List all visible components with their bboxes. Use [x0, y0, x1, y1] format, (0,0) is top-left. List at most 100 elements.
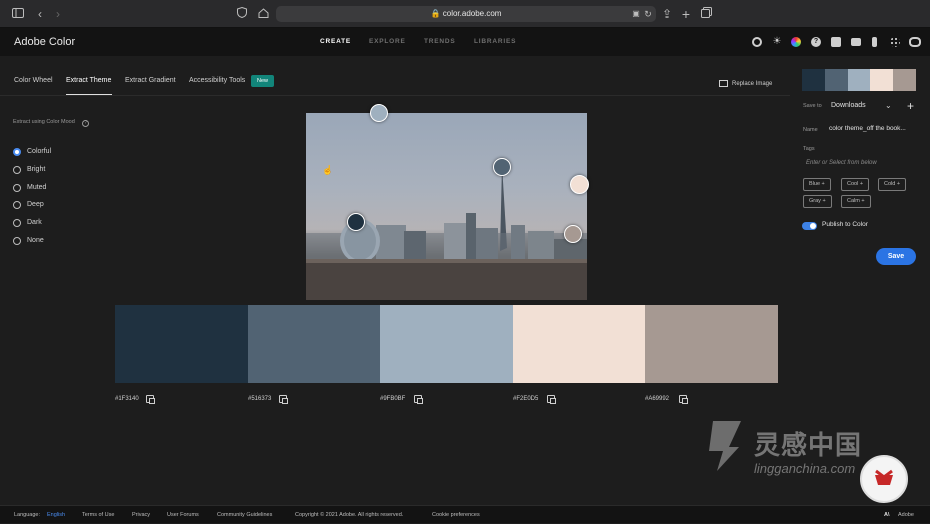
radio-icon [13, 237, 21, 245]
tags-label: Tags [803, 146, 815, 152]
mood-option-none[interactable]: None [13, 235, 93, 247]
footer-link-forums[interactable]: User Forums [167, 506, 199, 524]
color-picker-handle[interactable] [564, 225, 582, 243]
add-library-plus-icon[interactable]: + [907, 99, 914, 113]
tag-chip[interactable]: Blue + [803, 178, 831, 191]
tag-chip[interactable]: Calm + [841, 195, 871, 208]
mood-option-deep[interactable]: Deep [13, 199, 93, 211]
tag-chip[interactable]: Gray + [803, 195, 832, 208]
app-title[interactable]: Adobe Color [14, 28, 75, 56]
nav-trends[interactable]: TRENDS [424, 28, 456, 56]
tag-label: Gray [809, 198, 821, 204]
tags-input[interactable]: Enter or Select from below [806, 160, 877, 166]
tab-accessibility-tools[interactable]: Accessibility Tools [189, 77, 245, 84]
back-icon[interactable]: ‹ [32, 6, 48, 22]
swatch-1[interactable] [115, 305, 248, 383]
watermark-en: lingganchina.com [754, 461, 856, 476]
publish-toggle[interactable] [802, 222, 817, 230]
watermark-badge [860, 455, 908, 503]
add-tag-plus-icon: + [822, 198, 826, 204]
tab-extract-theme[interactable]: Extract Theme [66, 77, 111, 84]
profile-icon[interactable] [872, 37, 877, 47]
watermark-cn: 灵感中国 [754, 430, 863, 460]
radio-icon [13, 219, 21, 227]
apps-grid-icon[interactable] [890, 37, 900, 47]
tag-label: Cool [847, 181, 859, 187]
lock-icon: 🔒 [430, 9, 441, 18]
footer-link-terms[interactable]: Terms of Use [82, 506, 114, 524]
mood-option-dark[interactable]: Dark [13, 217, 93, 229]
help-icon[interactable]: ? [811, 37, 821, 47]
chat-icon[interactable] [851, 38, 861, 46]
radio-icon [13, 166, 21, 174]
swatch-3[interactable] [380, 305, 513, 383]
mood-option-bright[interactable]: Bright [13, 164, 93, 176]
swatch-4[interactable] [512, 305, 646, 383]
palette-swatches [115, 305, 778, 383]
mood-option-label: Bright [27, 166, 46, 173]
color-picker-handle-active[interactable] [570, 175, 589, 194]
hex-value-3[interactable]: #9FB0BF [380, 396, 405, 402]
address-bar[interactable]: 🔒 color.adobe.com ▣ ↻ [276, 6, 656, 22]
footer-link-cookie[interactable]: Cookie preferences [432, 506, 480, 524]
tag-chip[interactable]: Cool + [841, 178, 870, 191]
tag-label: Calm [847, 198, 860, 204]
copy-icon[interactable] [279, 395, 288, 404]
preview-swatch [870, 69, 894, 91]
preview-swatch [847, 69, 871, 91]
hex-value-2[interactable]: #516373 [248, 396, 271, 402]
tabs-overview-icon[interactable] [698, 6, 714, 22]
notifications-icon[interactable] [831, 37, 841, 47]
mood-option-colorful[interactable]: Colorful [13, 146, 93, 158]
hex-value-4[interactable]: #F2E0D5 [513, 396, 538, 402]
copy-icon[interactable] [146, 395, 155, 404]
color-wheel-icon[interactable] [791, 37, 801, 47]
copy-icon[interactable] [679, 395, 688, 404]
footer-link-privacy[interactable]: Privacy [132, 506, 150, 524]
nav-explore[interactable]: EXPLORE [369, 28, 406, 56]
new-tab-plus-icon[interactable]: + [678, 6, 694, 22]
nav-libraries[interactable]: LIBRARIES [474, 28, 516, 56]
mood-option-muted[interactable]: Muted [13, 182, 93, 194]
watermark-logo [709, 421, 741, 471]
home-icon[interactable] [255, 6, 271, 22]
hex-value-5[interactable]: #A69992 [645, 396, 669, 402]
color-picker-handle[interactable] [493, 158, 511, 176]
tabs-divider [0, 95, 790, 96]
mood-option-label: None [27, 237, 44, 244]
radio-icon [13, 201, 21, 209]
tag-label: Blue [809, 181, 821, 187]
browser-toolbar: ‹ › 🔒 color.adobe.com ▣ ↻ ⇪ + [0, 0, 930, 28]
reload-icon[interactable]: ↻ [640, 6, 656, 22]
theme-name-field[interactable]: color theme_off the book... [829, 125, 906, 132]
swatch-5[interactable] [645, 305, 778, 383]
nav-create[interactable]: CREATE [320, 28, 351, 56]
language-label: Language: [14, 512, 40, 518]
copy-icon[interactable] [547, 395, 556, 404]
source-image[interactable] [306, 113, 587, 300]
tab-color-wheel[interactable]: Color Wheel [14, 77, 53, 84]
theme-icon[interactable] [752, 37, 762, 47]
chevron-down-icon[interactable]: ⌄ [885, 101, 892, 110]
tab-extract-gradient[interactable]: Extract Gradient [125, 77, 176, 84]
hex-value-1[interactable]: #1F3140 [115, 396, 139, 402]
copy-icon[interactable] [414, 395, 423, 404]
creative-cloud-icon[interactable] [909, 37, 921, 47]
radio-selected-icon [13, 148, 21, 156]
replace-image-button[interactable]: Replace Image [719, 80, 772, 87]
help-circle-icon[interactable]: ? [82, 120, 89, 127]
color-picker-handle[interactable] [347, 213, 365, 231]
privacy-shield-icon[interactable] [234, 6, 250, 22]
save-to-dropdown[interactable]: Downloads [831, 102, 866, 109]
tag-chip[interactable]: Cold + [878, 178, 907, 191]
sidebar-icon[interactable] [10, 6, 26, 22]
footer-link-guidelines[interactable]: Community Guidelines [217, 506, 272, 524]
share-icon[interactable]: ⇪ [659, 6, 675, 22]
watermark-badge-icon [875, 469, 893, 485]
swatch-2[interactable] [247, 305, 381, 383]
language-selector[interactable]: English [47, 506, 65, 524]
forward-icon[interactable]: › [50, 6, 66, 22]
brightness-icon[interactable]: ☀ [771, 37, 783, 47]
save-button[interactable]: Save [876, 248, 916, 265]
color-picker-handle[interactable] [370, 104, 388, 122]
